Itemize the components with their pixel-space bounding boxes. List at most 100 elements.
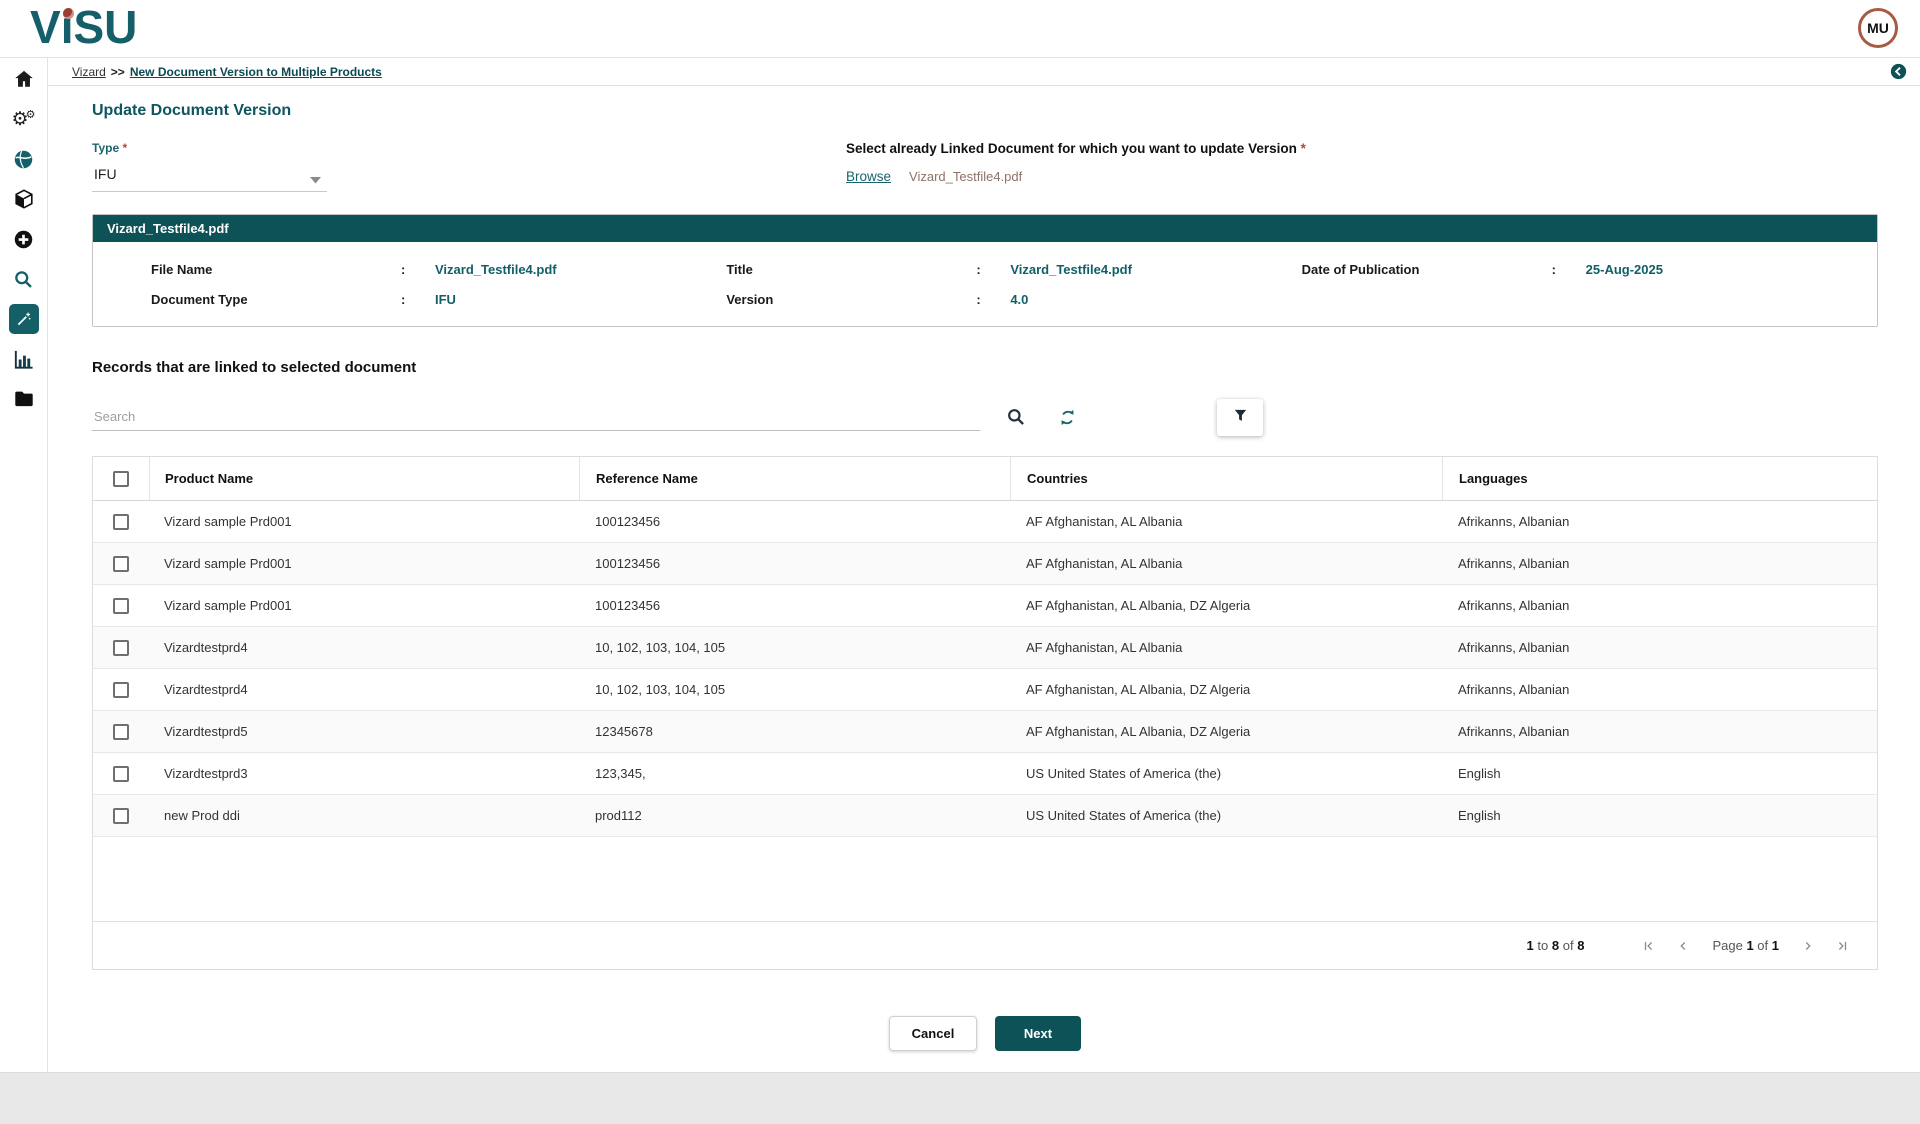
cancel-button[interactable]: Cancel xyxy=(889,1016,977,1051)
logo-letter: ı xyxy=(61,1,74,53)
type-select-value: IFU xyxy=(94,166,117,182)
table-cell: prod112 xyxy=(579,795,1010,836)
table-cell: Vizardtestprd4 xyxy=(149,627,579,668)
sidebar-item-globe[interactable] xyxy=(0,139,48,179)
table-cell: US United States of America (the) xyxy=(1010,753,1442,794)
required-asterisk: * xyxy=(1301,141,1306,156)
sidebar: ⚙⚙ xyxy=(0,58,48,1072)
refresh-icon[interactable] xyxy=(1058,408,1077,427)
table-empty-space xyxy=(93,837,1877,921)
table-row[interactable]: Vizard sample Prd001100123456AF Afghanis… xyxy=(93,543,1877,585)
filter-button[interactable] xyxy=(1217,399,1263,436)
breadcrumb-current-link[interactable]: New Document Version to Multiple Product… xyxy=(130,65,382,79)
select-all-checkbox[interactable] xyxy=(113,471,129,487)
browse-link[interactable]: Browse xyxy=(846,169,891,184)
row-checkbox[interactable] xyxy=(113,514,129,530)
sidebar-item-search[interactable] xyxy=(0,259,48,299)
search-icon xyxy=(13,269,34,290)
table-row[interactable]: Vizardtestprd410, 102, 103, 104, 105AF A… xyxy=(93,669,1877,711)
table-cell: Vizardtestprd5 xyxy=(149,711,579,752)
plus-circle-icon xyxy=(13,229,34,250)
table-cell: Vizardtestprd3 xyxy=(149,753,579,794)
search-input[interactable] xyxy=(92,403,980,431)
select-document-label: Select already Linked Document for which… xyxy=(846,141,1878,156)
row-checkbox[interactable] xyxy=(113,766,129,782)
column-header-product-name[interactable]: Product Name xyxy=(149,457,579,500)
footer-strip xyxy=(0,1072,1920,1124)
home-icon xyxy=(13,68,35,90)
doc-field: Title:Vizard_Testfile4.pdf xyxy=(726,262,1301,277)
next-page-icon[interactable] xyxy=(1801,939,1815,953)
next-button[interactable]: Next xyxy=(995,1016,1081,1051)
pagination-page-text: Page 1 of 1 xyxy=(1712,938,1779,953)
records-table: Product Name Reference Name Countries La… xyxy=(92,456,1878,970)
type-select[interactable]: IFU xyxy=(92,166,327,192)
sidebar-item-wizard[interactable] xyxy=(0,299,48,339)
row-checkbox[interactable] xyxy=(113,598,129,614)
table-cell: 10, 102, 103, 104, 105 xyxy=(579,669,1010,710)
doc-field: Date of Publication:25-Aug-2025 xyxy=(1302,262,1877,277)
previous-page-icon[interactable] xyxy=(1676,939,1690,953)
pagination-range: 1 to 8 of 8 xyxy=(1527,938,1585,953)
table-cell: Afrikanns, Albanian xyxy=(1442,501,1877,542)
back-circle-icon[interactable] xyxy=(1890,63,1907,80)
table-cell: Vizard sample Prd001 xyxy=(149,501,579,542)
row-checkbox[interactable] xyxy=(113,556,129,572)
row-checkbox[interactable] xyxy=(113,682,129,698)
globe-icon xyxy=(13,149,34,170)
table-cell: AF Afghanistan, AL Albania xyxy=(1010,501,1442,542)
table-row[interactable]: Vizard sample Prd001100123456AF Afghanis… xyxy=(93,585,1877,627)
folder-icon xyxy=(13,388,35,410)
search-icon[interactable] xyxy=(1006,407,1026,427)
document-panel-title: Vizard_Testfile4.pdf xyxy=(93,215,1877,242)
doc-field: Document Type:IFU xyxy=(151,292,726,307)
sidebar-item-add[interactable] xyxy=(0,219,48,259)
type-label: Type * xyxy=(92,141,846,155)
table-cell: new Prod ddi xyxy=(149,795,579,836)
table-row[interactable]: Vizardtestprd410, 102, 103, 104, 105AF A… xyxy=(93,627,1877,669)
row-checkbox[interactable] xyxy=(113,640,129,656)
app-logo[interactable]: VıSU xyxy=(30,1,137,53)
sidebar-item-settings[interactable]: ⚙⚙ xyxy=(0,99,48,139)
logo-letter: SU xyxy=(73,1,137,53)
last-page-icon[interactable] xyxy=(1835,939,1849,953)
first-page-icon[interactable] xyxy=(1642,939,1656,953)
records-heading: Records that are linked to selected docu… xyxy=(92,359,1878,376)
table-row[interactable]: new Prod ddiprod112US United States of A… xyxy=(93,795,1877,837)
column-header-reference-name[interactable]: Reference Name xyxy=(579,457,1010,500)
table-cell: Afrikanns, Albanian xyxy=(1442,585,1877,626)
logo-letter: V xyxy=(30,1,61,53)
table-row[interactable]: Vizard sample Prd001100123456AF Afghanis… xyxy=(93,501,1877,543)
sidebar-item-products[interactable] xyxy=(0,179,48,219)
doc-field: Version:4.0 xyxy=(726,292,1301,307)
page-content: Update Document Version Type * IFU xyxy=(48,86,1920,1072)
table-cell: Afrikanns, Albanian xyxy=(1442,711,1877,752)
sidebar-item-documents[interactable] xyxy=(0,379,48,419)
table-cell: Vizard sample Prd001 xyxy=(149,585,579,626)
table-cell: US United States of America (the) xyxy=(1010,795,1442,836)
row-checkbox[interactable] xyxy=(113,724,129,740)
breadcrumb-root-link[interactable]: Vizard xyxy=(72,65,106,79)
document-panel-fields: File Name:Vizard_Testfile4.pdfTitle:Viza… xyxy=(93,242,1877,326)
table-cell: AF Afghanistan, AL Albania xyxy=(1010,543,1442,584)
row-checkbox[interactable] xyxy=(113,808,129,824)
column-header-languages[interactable]: Languages xyxy=(1442,457,1877,500)
cube-icon xyxy=(13,188,35,210)
table-cell: Afrikanns, Albanian xyxy=(1442,669,1877,710)
table-cell: English xyxy=(1442,753,1877,794)
table-row[interactable]: Vizardtestprd512345678AF Afghanistan, AL… xyxy=(93,711,1877,753)
user-avatar[interactable]: MU xyxy=(1858,8,1898,48)
table-cell: English xyxy=(1442,795,1877,836)
table-cell: Vizardtestprd4 xyxy=(149,669,579,710)
table-cell: AF Afghanistan, AL Albania xyxy=(1010,627,1442,668)
table-body: Vizard sample Prd001100123456AF Afghanis… xyxy=(93,501,1877,837)
table-cell: 100123456 xyxy=(579,543,1010,584)
chevron-down-icon xyxy=(310,171,321,187)
records-toolbar xyxy=(92,398,1878,436)
column-header-countries[interactable]: Countries xyxy=(1010,457,1442,500)
sidebar-item-reports[interactable] xyxy=(0,339,48,379)
sidebar-item-home[interactable] xyxy=(0,59,48,99)
table-row[interactable]: Vizardtestprd3123,345,US United States o… xyxy=(93,753,1877,795)
breadcrumb: Vizard >> New Document Version to Multip… xyxy=(48,58,1920,86)
table-cell: 100123456 xyxy=(579,501,1010,542)
